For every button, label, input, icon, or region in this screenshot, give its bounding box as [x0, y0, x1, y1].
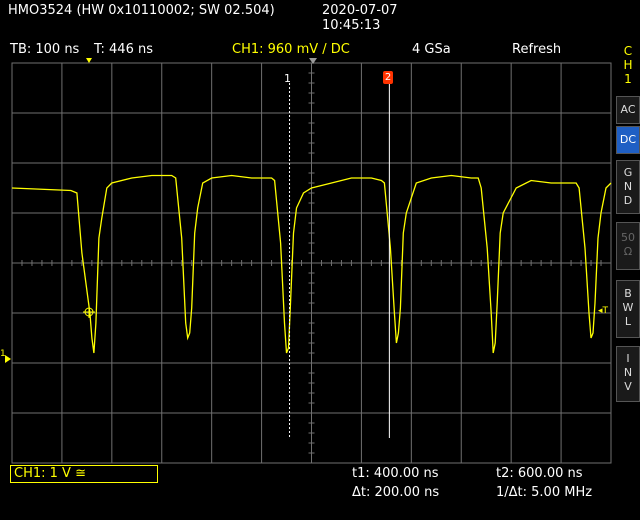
cursor1-marker[interactable]: 1: [284, 72, 291, 85]
trigger-level-marker: ◂T: [598, 306, 609, 316]
button-label: Ω: [623, 245, 633, 258]
button-label: D: [623, 194, 633, 207]
device-info: HMO3524 (HW 0x10110002; SW 02.504): [8, 3, 275, 18]
dc-coupling-button[interactable]: DC: [616, 126, 640, 154]
button-label: N: [623, 366, 633, 379]
button-label: I: [626, 352, 630, 365]
oscilloscope-screen: [11, 62, 612, 464]
button-label: 50: [621, 231, 635, 244]
ground-level-marker-icon: [5, 355, 11, 363]
channel-setting-readout[interactable]: CH1: 960 mV / DC: [232, 42, 350, 58]
channel-letter: 1: [624, 72, 632, 86]
cursor-frequency-readout: 1/Δt: 5.00 MHz: [496, 485, 593, 500]
cursor-t1-readout: t1: 400.00 ns: [352, 466, 439, 481]
channel-letter: H: [623, 58, 633, 72]
button-label: L: [624, 315, 632, 328]
fifty-ohm-button[interactable]: 50 Ω: [616, 222, 640, 270]
acquisition-mode-readout[interactable]: Refresh: [512, 42, 561, 58]
trigger-time-readout[interactable]: T: 446 ns: [94, 42, 153, 58]
cursor-lines: [83, 83, 390, 438]
button-label: DC: [619, 133, 637, 146]
graticule: [11, 62, 612, 464]
center-position-marker-icon: [309, 58, 317, 64]
trigger-position-marker-icon: [86, 58, 92, 63]
button-label: G: [623, 166, 633, 179]
timebase-readout[interactable]: TB: 100 ns: [10, 42, 79, 58]
inv-button[interactable]: I N V: [616, 346, 640, 402]
cursor-t2-readout: t2: 600.00 ns: [496, 466, 583, 481]
channel-scale-box[interactable]: CH1: 1 V ≅: [10, 465, 158, 483]
channel-letter: C: [623, 44, 633, 58]
button-label: AC: [620, 103, 636, 116]
cursor2-marker[interactable]: 2: [383, 71, 393, 84]
button-label: W: [622, 301, 634, 314]
ac-coupling-button[interactable]: AC: [616, 96, 640, 124]
cursor-delta-readout: Δt: 200.00 ns: [352, 485, 440, 500]
gnd-button[interactable]: G N D: [616, 160, 640, 214]
date-label: 2020-07-07: [322, 3, 398, 18]
sample-rate-readout: 4 GSa: [412, 42, 451, 57]
button-label: B: [624, 287, 632, 300]
bwl-button[interactable]: B W L: [616, 280, 640, 338]
side-panel-channel-title: C H 1: [616, 44, 640, 86]
button-label: N: [623, 180, 633, 193]
time-label: 10:45:13: [322, 18, 381, 33]
button-label: V: [624, 380, 632, 393]
